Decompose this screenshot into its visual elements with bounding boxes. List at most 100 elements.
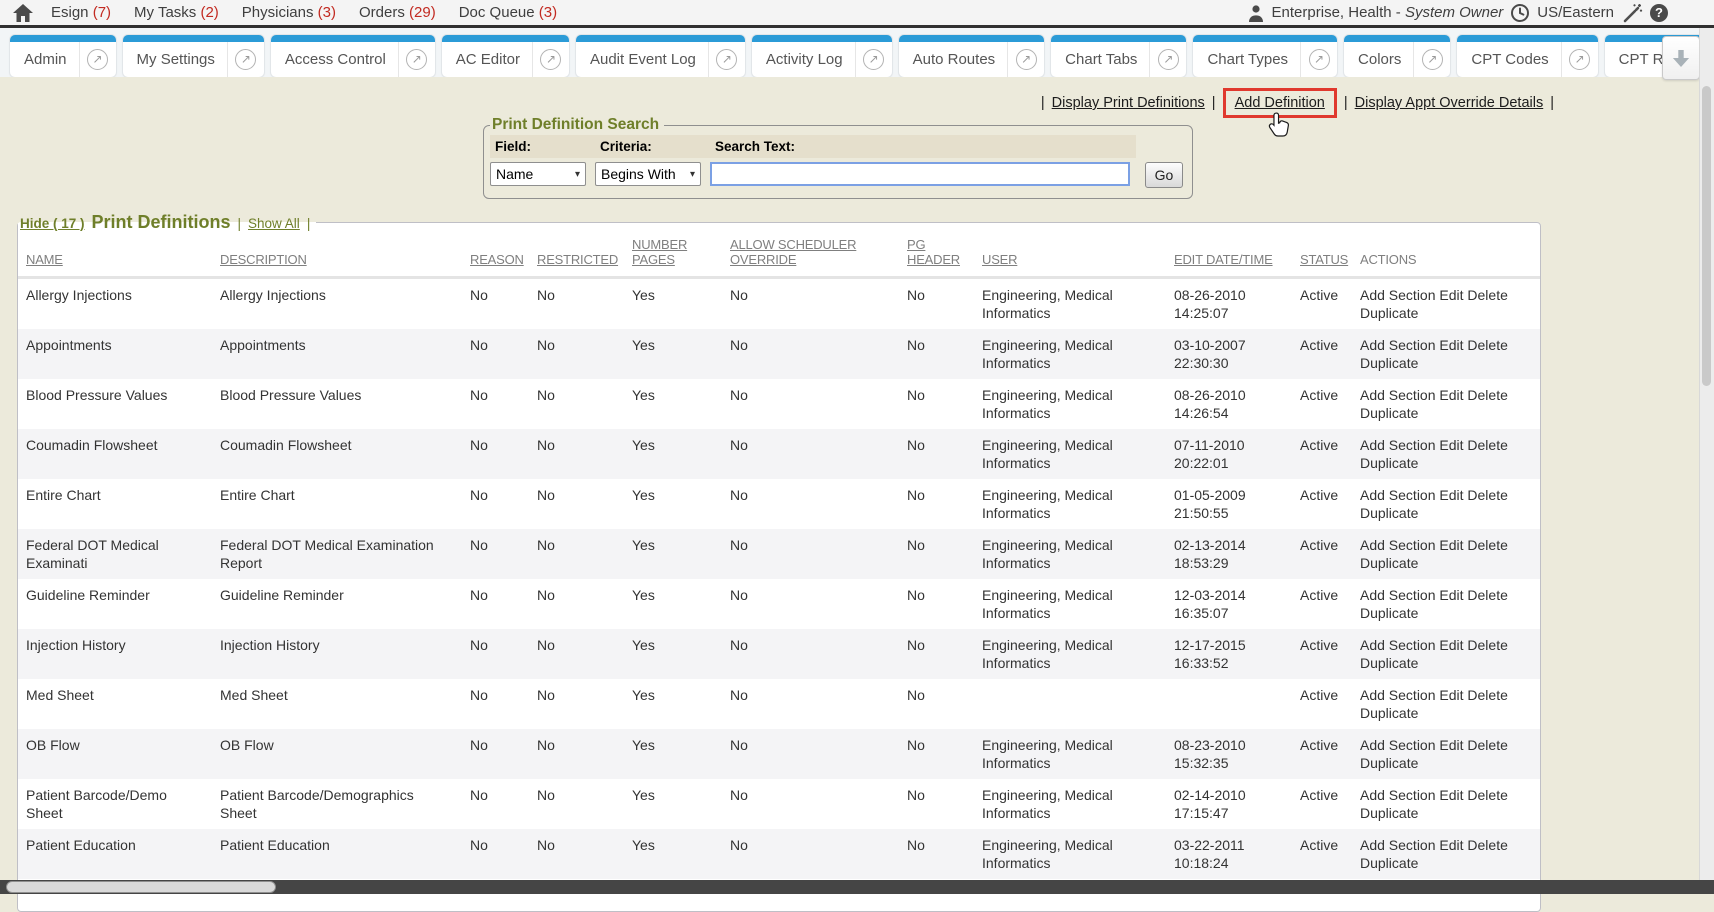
action-add-section[interactable]: Add Section xyxy=(1360,637,1436,653)
action-delete[interactable]: Delete xyxy=(1467,737,1507,753)
action-edit[interactable]: Edit xyxy=(1439,487,1463,503)
help-icon[interactable]: ? xyxy=(1650,4,1668,22)
action-duplicate[interactable]: Duplicate xyxy=(1360,405,1418,421)
action-delete[interactable]: Delete xyxy=(1467,387,1507,403)
action-delete[interactable]: Delete xyxy=(1467,687,1507,703)
action-add-section[interactable]: Add Section xyxy=(1360,837,1436,853)
action-add-section[interactable]: Add Section xyxy=(1360,587,1436,603)
action-delete[interactable]: Delete xyxy=(1467,537,1507,553)
action-edit[interactable]: Edit xyxy=(1439,287,1463,303)
action-edit[interactable]: Edit xyxy=(1439,737,1463,753)
col-header-pg-header[interactable]: PGHEADER xyxy=(899,233,974,278)
action-delete[interactable]: Delete xyxy=(1467,437,1507,453)
action-add-section[interactable]: Add Section xyxy=(1360,487,1436,503)
tab-access-control[interactable]: Access Control↗ xyxy=(271,35,435,77)
more-tabs-button[interactable] xyxy=(1662,36,1700,80)
link-display-print-definitions[interactable]: Display Print Definitions xyxy=(1052,95,1205,111)
tab-chart-tabs[interactable]: Chart Tabs↗ xyxy=(1051,35,1186,77)
action-duplicate[interactable]: Duplicate xyxy=(1360,755,1418,771)
action-duplicate[interactable]: Duplicate xyxy=(1360,455,1418,471)
col-header-allow-scheduler-override[interactable]: ALLOW SCHEDULEROVERRIDE xyxy=(722,233,899,278)
open-in-new-icon[interactable]: ↗ xyxy=(1413,42,1450,77)
tab-cpt-codes[interactable]: CPT Codes↗ xyxy=(1457,35,1597,77)
open-in-new-icon[interactable]: ↗ xyxy=(79,42,116,77)
action-edit[interactable]: Edit xyxy=(1439,837,1463,853)
col-header-description[interactable]: DESCRIPTION xyxy=(212,233,462,278)
col-header-edit-date-time[interactable]: EDIT DATE/TIME xyxy=(1166,233,1292,278)
tab-colors[interactable]: Colors↗ xyxy=(1344,35,1450,77)
go-button[interactable]: Go xyxy=(1145,162,1183,188)
nav-item-doc-queue[interactable]: Doc Queue (3) xyxy=(459,4,557,21)
action-duplicate[interactable]: Duplicate xyxy=(1360,505,1418,521)
nav-item-esign[interactable]: Esign (7) xyxy=(51,4,111,21)
action-add-section[interactable]: Add Section xyxy=(1360,687,1436,703)
horizontal-scrollbar[interactable] xyxy=(0,880,1714,894)
open-in-new-icon[interactable]: ↗ xyxy=(532,42,569,77)
col-header-restricted[interactable]: RESTRICTED xyxy=(529,233,624,278)
tab-my-settings[interactable]: My Settings↗ xyxy=(123,35,264,77)
action-add-section[interactable]: Add Section xyxy=(1360,387,1436,403)
action-delete[interactable]: Delete xyxy=(1467,837,1507,853)
nav-item-my-tasks[interactable]: My Tasks (2) xyxy=(134,4,219,21)
action-edit[interactable]: Edit xyxy=(1439,437,1463,453)
action-add-section[interactable]: Add Section xyxy=(1360,337,1436,353)
action-edit[interactable]: Edit xyxy=(1439,537,1463,553)
action-delete[interactable]: Delete xyxy=(1467,487,1507,503)
action-delete[interactable]: Delete xyxy=(1467,637,1507,653)
open-in-new-icon[interactable]: ↗ xyxy=(855,42,892,77)
action-duplicate[interactable]: Duplicate xyxy=(1360,855,1418,871)
tab-activity-log[interactable]: Activity Log↗ xyxy=(752,35,892,77)
tab-audit-event-log[interactable]: Audit Event Log↗ xyxy=(576,35,745,77)
action-add-section[interactable]: Add Section xyxy=(1360,287,1436,303)
action-duplicate[interactable]: Duplicate xyxy=(1360,805,1418,821)
link-display-appt-override-details[interactable]: Display Appt Override Details xyxy=(1355,95,1544,111)
action-edit[interactable]: Edit xyxy=(1439,587,1463,603)
vertical-scrollbar[interactable] xyxy=(1699,28,1714,880)
open-in-new-icon[interactable]: ↗ xyxy=(1149,42,1186,77)
open-in-new-icon[interactable]: ↗ xyxy=(398,42,435,77)
col-header-reason[interactable]: REASON xyxy=(462,233,529,278)
action-edit[interactable]: Edit xyxy=(1439,787,1463,803)
open-in-new-icon[interactable]: ↗ xyxy=(1007,42,1044,77)
tab-admin[interactable]: Admin↗ xyxy=(10,35,116,77)
home-button[interactable] xyxy=(13,4,33,22)
hide-toggle-link[interactable]: Hide ( 17 ) xyxy=(20,216,85,231)
criteria-select[interactable]: Begins With ▾ xyxy=(595,162,701,186)
action-duplicate[interactable]: Duplicate xyxy=(1360,605,1418,621)
search-text-input[interactable] xyxy=(710,162,1130,186)
open-in-new-icon[interactable]: ↗ xyxy=(227,42,264,77)
wand-icon[interactable] xyxy=(1621,3,1643,23)
open-in-new-icon[interactable]: ↗ xyxy=(708,42,745,77)
action-add-section[interactable]: Add Section xyxy=(1360,437,1436,453)
action-edit[interactable]: Edit xyxy=(1439,687,1463,703)
nav-item-physicians[interactable]: Physicians (3) xyxy=(242,4,336,21)
action-edit[interactable]: Edit xyxy=(1439,337,1463,353)
action-edit[interactable]: Edit xyxy=(1439,637,1463,653)
action-add-section[interactable]: Add Section xyxy=(1360,737,1436,753)
link-add-definition[interactable]: Add Definition xyxy=(1235,95,1325,111)
action-edit[interactable]: Edit xyxy=(1439,387,1463,403)
tab-auto-routes[interactable]: Auto Routes↗ xyxy=(899,35,1045,77)
col-header-status[interactable]: STATUS xyxy=(1292,233,1352,278)
action-add-section[interactable]: Add Section xyxy=(1360,537,1436,553)
horizontal-scrollbar-thumb[interactable] xyxy=(6,881,276,893)
action-duplicate[interactable]: Duplicate xyxy=(1360,305,1418,321)
action-duplicate[interactable]: Duplicate xyxy=(1360,655,1418,671)
action-delete[interactable]: Delete xyxy=(1467,287,1507,303)
action-duplicate[interactable]: Duplicate xyxy=(1360,355,1418,371)
action-delete[interactable]: Delete xyxy=(1467,787,1507,803)
action-duplicate[interactable]: Duplicate xyxy=(1360,705,1418,721)
action-delete[interactable]: Delete xyxy=(1467,587,1507,603)
col-header-name[interactable]: NAME xyxy=(18,233,212,278)
action-delete[interactable]: Delete xyxy=(1467,337,1507,353)
field-select[interactable]: Name ▾ xyxy=(490,162,586,186)
open-in-new-icon[interactable]: ↗ xyxy=(1561,42,1598,77)
tab-chart-types[interactable]: Chart Types↗ xyxy=(1193,35,1337,77)
action-duplicate[interactable]: Duplicate xyxy=(1360,555,1418,571)
nav-item-orders[interactable]: Orders (29) xyxy=(359,4,436,21)
vertical-scrollbar-thumb[interactable] xyxy=(1702,86,1711,386)
col-header-number-pages[interactable]: NUMBERPAGES xyxy=(624,233,722,278)
tab-ac-editor[interactable]: AC Editor↗ xyxy=(442,35,569,77)
show-all-link[interactable]: Show All xyxy=(248,216,300,231)
col-header-user[interactable]: USER xyxy=(974,233,1166,278)
